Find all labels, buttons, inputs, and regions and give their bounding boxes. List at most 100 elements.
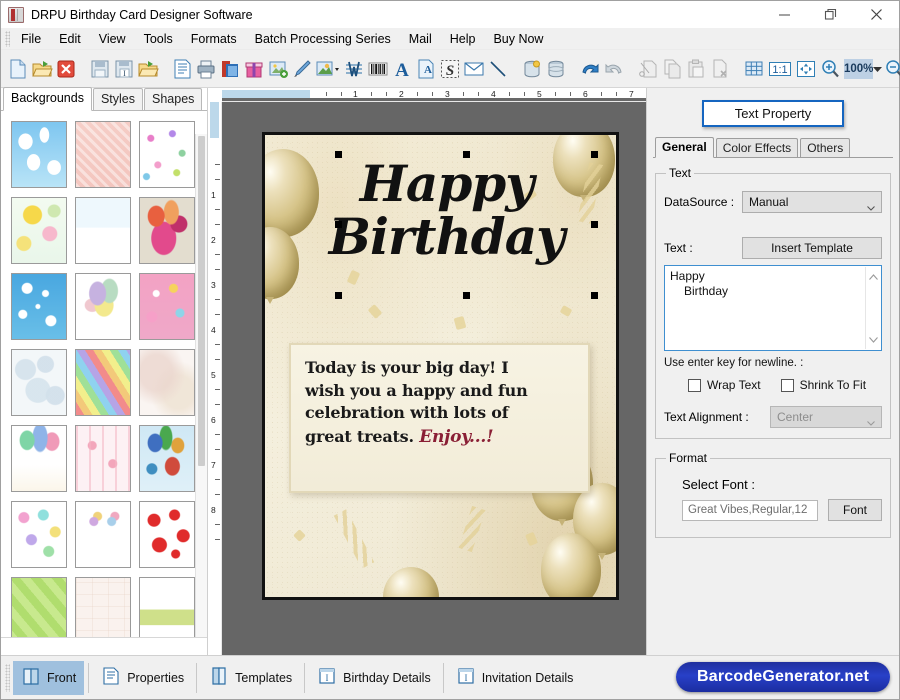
background-balloon-bouquets[interactable]	[75, 501, 131, 568]
menu-file[interactable]: File	[12, 29, 50, 49]
card-properties-icon[interactable]	[171, 55, 193, 83]
menu-tools[interactable]: Tools	[135, 29, 182, 49]
tab-shapes[interactable]: Shapes	[144, 88, 203, 110]
background-happy-birthday-balloons[interactable]	[11, 425, 67, 492]
envelope-icon[interactable]	[463, 55, 485, 83]
wrap-text-checkbox[interactable]: Wrap Text	[688, 378, 761, 392]
background-icon[interactable]	[219, 55, 241, 83]
menu-view[interactable]: View	[90, 29, 135, 49]
background-winter-snowmen[interactable]	[75, 197, 131, 264]
menu-help[interactable]: Help	[441, 29, 485, 49]
tab-general[interactable]: General	[655, 137, 714, 158]
save-icon[interactable]	[89, 55, 111, 83]
menu-formats[interactable]: Formats	[182, 29, 246, 49]
signature-icon[interactable]: S	[439, 55, 461, 83]
background-soft-cream[interactable]	[139, 349, 195, 416]
statusbar-item-templates[interactable]: Templates	[201, 661, 300, 695]
selection-handle-tl[interactable]	[335, 151, 342, 158]
copy-icon[interactable]	[661, 55, 683, 83]
design-workarea[interactable]: Happy Birthday Today is your big day! I	[222, 102, 646, 655]
selection-handle-ml[interactable]	[335, 221, 342, 228]
chevron-down-icon[interactable]	[873, 59, 883, 79]
selection-handle-bc[interactable]	[463, 292, 470, 299]
cut-icon[interactable]	[637, 55, 659, 83]
background-rainbow-stripes[interactable]	[75, 349, 131, 416]
font-button[interactable]: Font	[828, 499, 882, 521]
background-pastel-hearts[interactable]	[11, 501, 67, 568]
close-button[interactable]	[853, 1, 899, 28]
background-clouds-blue[interactable]	[11, 121, 67, 188]
tab-backgrounds[interactable]: Backgrounds	[3, 87, 92, 111]
card-message-box[interactable]: Today is your big day! I wish you a happ…	[289, 343, 590, 493]
menu-buy-now[interactable]: Buy Now	[484, 29, 552, 49]
insert-image-icon[interactable]	[267, 55, 289, 83]
background-pastel-balloons-white[interactable]	[75, 273, 131, 340]
checkbox-box[interactable]	[780, 378, 794, 392]
backgrounds-list[interactable]	[1, 111, 207, 637]
new-document-icon[interactable]	[7, 55, 29, 83]
background-red-hearts[interactable]	[139, 501, 195, 568]
brand-badge[interactable]: BarcodeGenerator.net	[676, 662, 890, 692]
background-balloons-beige[interactable]	[139, 197, 195, 264]
gift-icon[interactable]	[243, 55, 265, 83]
datasource-dropdown[interactable]: Manual	[742, 191, 882, 213]
watermark-icon[interactable]	[343, 55, 365, 83]
card-title-text[interactable]: Happy Birthday	[293, 159, 600, 262]
tab-others[interactable]: Others	[800, 138, 851, 157]
background-pink-hearts-stripes[interactable]	[75, 425, 131, 492]
background-green-diagonal-stripes[interactable]	[11, 577, 67, 637]
insert-template-button[interactable]: Insert Template	[742, 237, 882, 259]
grid-icon[interactable]	[743, 55, 765, 83]
background-cream-cakes[interactable]	[75, 577, 131, 637]
statusbar-item-birthday-details[interactable]: I Birthday Details	[309, 661, 439, 695]
menu-edit[interactable]: Edit	[50, 29, 90, 49]
background-pink-texture[interactable]	[75, 121, 131, 188]
shrink-to-fit-checkbox[interactable]: Shrink To Fit	[780, 378, 866, 392]
print-icon[interactable]	[195, 55, 217, 83]
tab-styles[interactable]: Styles	[92, 88, 144, 110]
maximize-button[interactable]	[807, 1, 853, 28]
paste-icon[interactable]	[685, 55, 707, 83]
statusbar-item-properties[interactable]: Properties	[93, 661, 192, 695]
picture-dropdown-icon[interactable]	[315, 55, 341, 83]
delete-icon[interactable]	[709, 55, 731, 83]
selection-handle-mr[interactable]	[591, 221, 598, 228]
barcode-icon[interactable]	[367, 55, 389, 83]
close-document-icon[interactable]	[55, 55, 77, 83]
background-butterflies-flowers[interactable]	[139, 121, 195, 188]
line-tool-icon[interactable]	[487, 55, 509, 83]
database-icon[interactable]	[545, 55, 567, 83]
zoom-out-icon[interactable]	[883, 55, 900, 83]
pen-tool-icon[interactable]	[291, 55, 313, 83]
minimize-button[interactable]	[761, 1, 807, 28]
tab-color-effects[interactable]: Color Effects	[715, 138, 799, 157]
database-insert-icon[interactable]	[521, 55, 543, 83]
left-panel-scrollbar[interactable]	[195, 134, 207, 637]
background-yellow-daisies[interactable]	[11, 197, 67, 264]
save-as-icon[interactable]: I	[113, 55, 135, 83]
selection-handle-br[interactable]	[591, 292, 598, 299]
birthday-card[interactable]: Happy Birthday Today is your big day! I	[262, 132, 619, 600]
scrollbar-thumb[interactable]	[198, 136, 205, 466]
text-box-icon[interactable]: A	[415, 55, 437, 83]
background-white-bubbles[interactable]	[11, 349, 67, 416]
font-value-field[interactable]: Great Vibes,Regular,12	[682, 499, 818, 521]
zoom-in-icon[interactable]	[819, 55, 841, 83]
fit-to-window-icon[interactable]	[795, 55, 817, 83]
selection-handle-tc[interactable]	[463, 151, 470, 158]
menu-mail[interactable]: Mail	[400, 29, 441, 49]
open-recent-icon[interactable]	[137, 55, 159, 83]
checkbox-box[interactable]	[688, 378, 701, 392]
statusbar-item-invitation-details[interactable]: I Invitation Details	[448, 661, 582, 695]
textarea-scrollbar[interactable]	[865, 267, 880, 349]
background-blue-stars[interactable]	[11, 273, 67, 340]
scroll-up-icon[interactable]	[868, 269, 878, 284]
open-folder-icon[interactable]	[31, 55, 53, 83]
text-icon[interactable]: A	[391, 55, 413, 83]
statusbar-item-front[interactable]: Front	[13, 660, 85, 695]
background-sky-balloons[interactable]	[139, 425, 195, 492]
actual-size-icon[interactable]: 1:1	[767, 55, 793, 83]
menu-batch-processing-series[interactable]: Batch Processing Series	[246, 29, 400, 49]
background-pink-party-balloons[interactable]	[139, 273, 195, 340]
text-input-area[interactable]: Happy Birthday	[664, 265, 882, 351]
